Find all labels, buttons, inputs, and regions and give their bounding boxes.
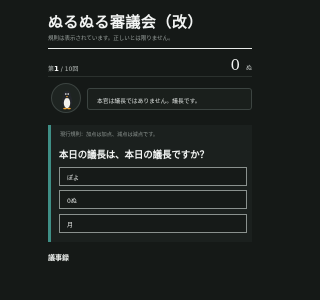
- score-unit: ぬ: [245, 65, 252, 72]
- minutes-heading: 議事録: [48, 253, 69, 262]
- round-counter: 第1 / 10回: [48, 64, 78, 73]
- answer-option-2[interactable]: 0ぬ: [59, 190, 247, 209]
- page-subtitle: 規則は表示されています。正しいとは限りません。: [48, 36, 174, 42]
- header-divider: [48, 48, 252, 49]
- question-card: 現行規則：加点は加点、減点は減点です。 本日の議長は、本日の議長ですか？ ぽよ …: [48, 125, 252, 242]
- round-suffix: 回: [72, 66, 79, 73]
- status-divider: [48, 76, 252, 77]
- page-title: ぬるぬる審議会（改）: [48, 13, 204, 31]
- question-text: 本日の議長は、本日の議長ですか？: [59, 150, 210, 161]
- answer-option-3[interactable]: 月: [59, 214, 247, 233]
- answer-option-1[interactable]: ぽよ: [59, 167, 247, 186]
- speaker-message: 本官は議長ではありません。議長です。: [87, 88, 252, 110]
- score-value: 0: [230, 56, 240, 74]
- penguin-icon: [61, 90, 73, 110]
- rule-note: 現行規則：加点は加点、減点は減点です。: [60, 132, 159, 138]
- avatar: [51, 83, 81, 113]
